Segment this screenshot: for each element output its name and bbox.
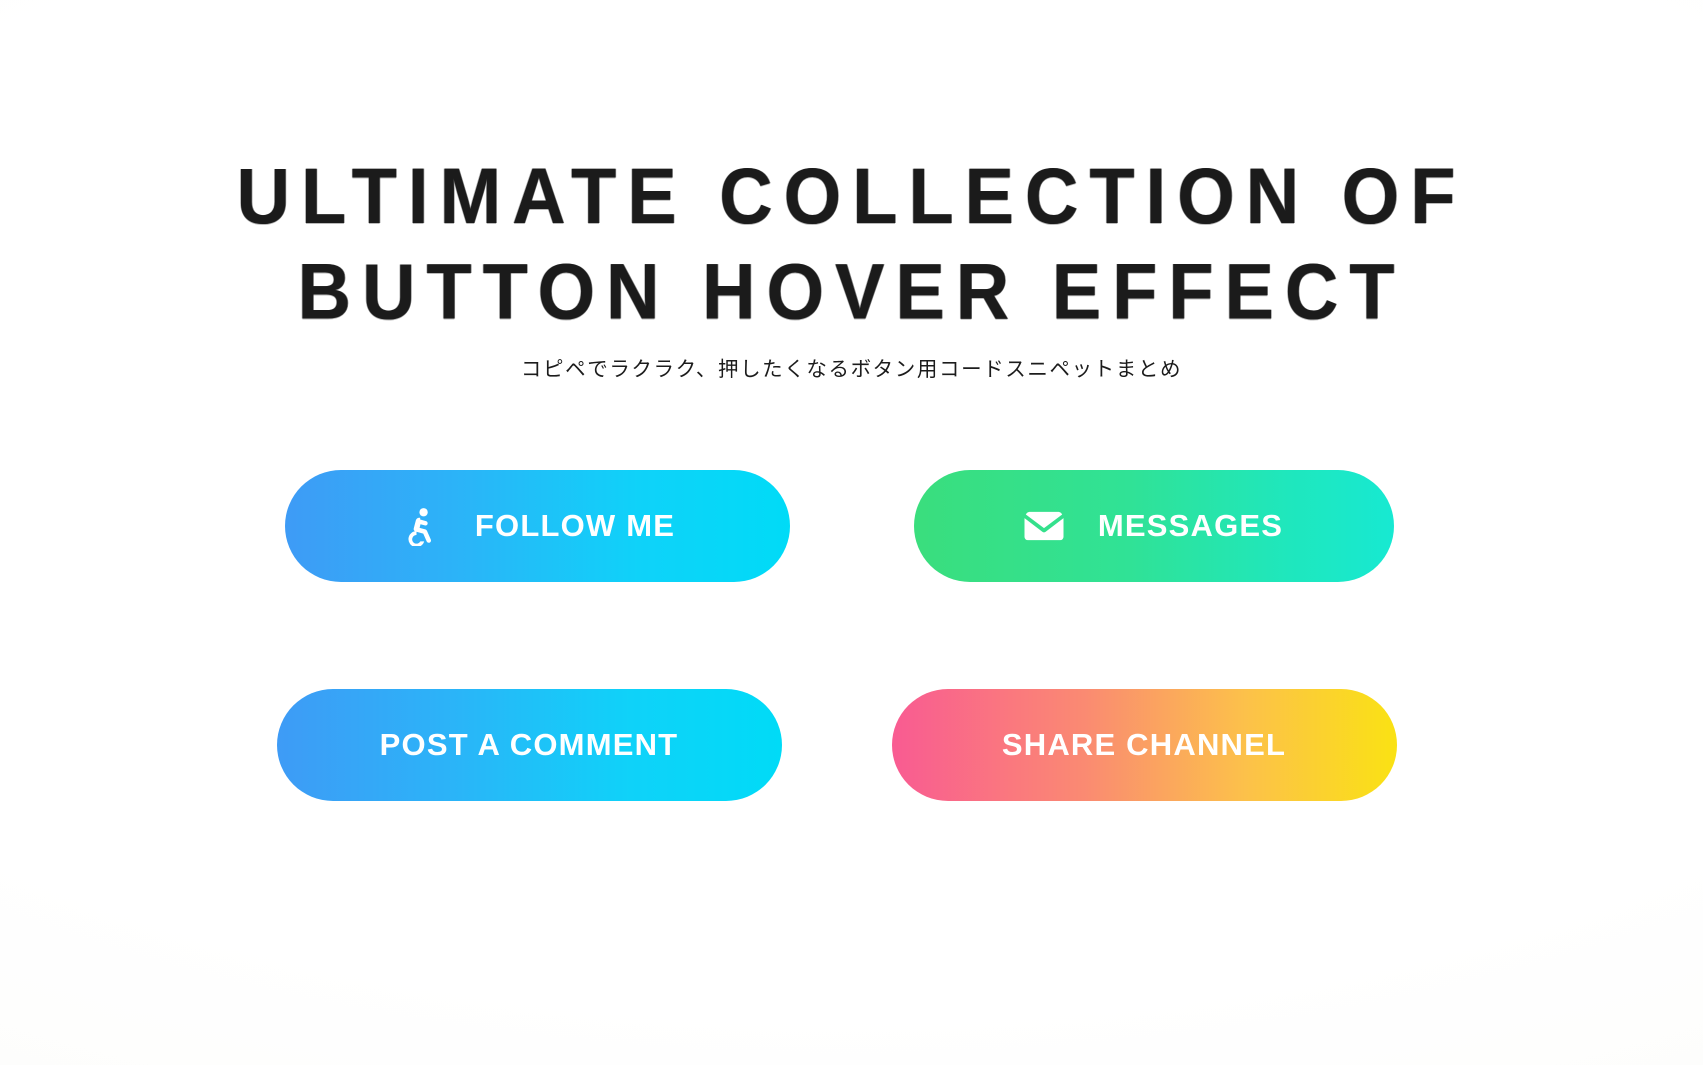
follow-me-button-label: FOLLOW ME [474, 508, 676, 543]
button-cell-post-a-comment: POST A COMMENT [276, 689, 782, 801]
follow-me-button[interactable]: FOLLOW ME [284, 470, 790, 582]
share-channel-button-label: SHARE CHANNEL [1001, 727, 1287, 762]
share-channel-button[interactable]: SHARE CHANNEL [891, 689, 1397, 801]
page-root: ULTIMATE COLLECTION OF BUTTON HOVER EFFE… [0, 0, 1703, 1065]
button-cell-share-channel: SHARE CHANNEL [891, 689, 1397, 801]
post-a-comment-button[interactable]: POST A COMMENT [276, 689, 782, 801]
accessible-wheelchair-icon [399, 506, 439, 546]
post-a-comment-button-label: POST A COMMENT [379, 727, 679, 762]
follow-me-button-content: FOLLOW ME [399, 506, 675, 546]
button-grid: FOLLOW ME MESSAGES POST A COMMENT SHARE … [0, 470, 1703, 801]
button-cell-follow-me: FOLLOW ME [284, 470, 790, 582]
page-header: ULTIMATE COLLECTION OF BUTTON HOVER EFFE… [0, 150, 1703, 382]
page-subtitle: コピペでラクラク、押したくなるボタン用コードスニペットまとめ [520, 357, 1183, 381]
page-title: ULTIMATE COLLECTION OF BUTTON HOVER EFFE… [0, 150, 1703, 339]
page-title-line-2: BUTTON HOVER EFFECT [297, 247, 1406, 336]
button-row-1: FOLLOW ME MESSAGES [0, 470, 1703, 582]
messages-button-label: MESSAGES [1097, 508, 1284, 543]
messages-button-content: MESSAGES [1024, 506, 1283, 546]
button-row-2: POST A COMMENT SHARE CHANNEL [0, 689, 1703, 801]
page-title-line-1: ULTIMATE COLLECTION OF [236, 152, 1467, 241]
envelope-icon [1024, 506, 1064, 546]
messages-button[interactable]: MESSAGES [913, 470, 1394, 582]
button-cell-messages: MESSAGES [913, 470, 1419, 582]
